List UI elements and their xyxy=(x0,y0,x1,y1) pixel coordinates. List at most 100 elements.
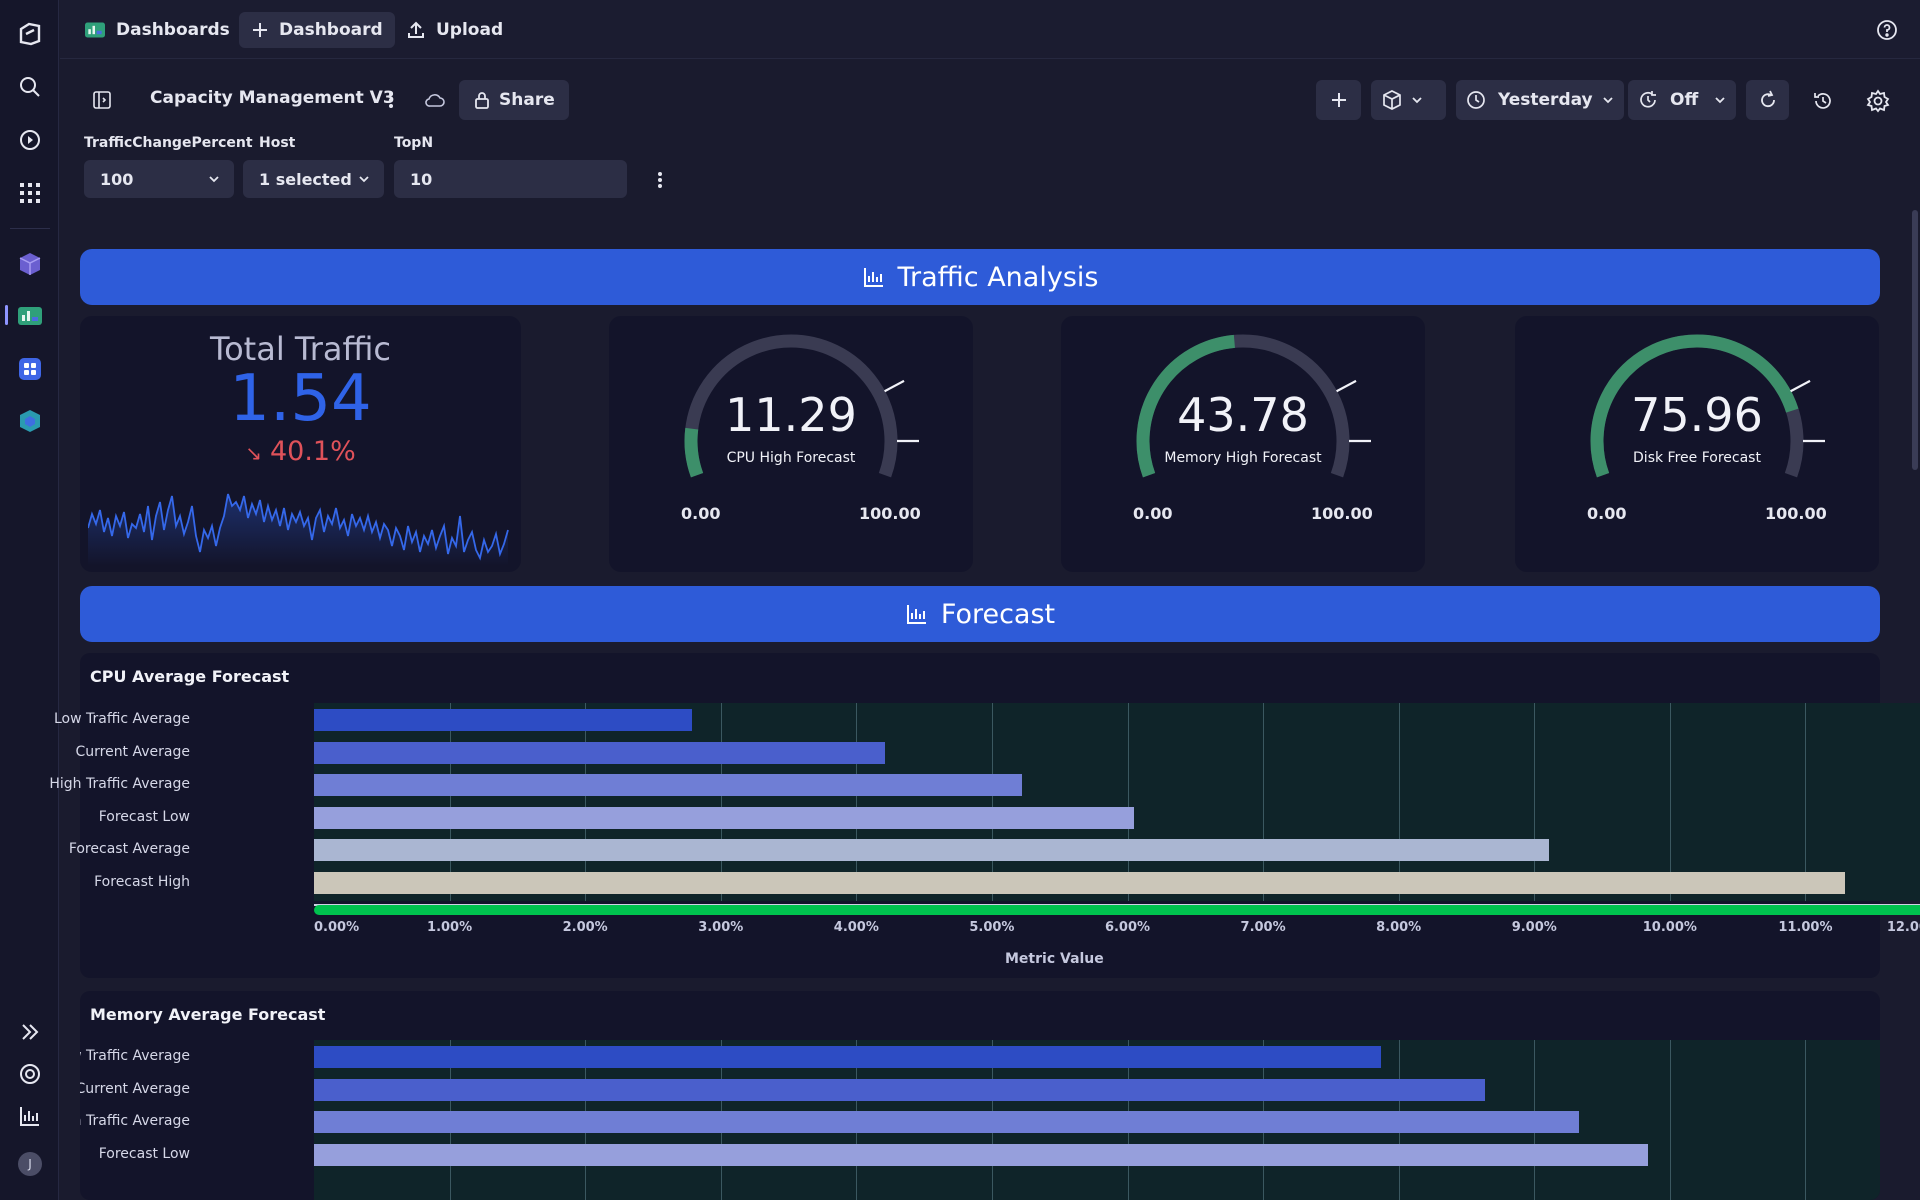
add-tile-button[interactable] xyxy=(1316,80,1361,120)
chevron-down-icon xyxy=(209,176,219,183)
gauge-value: 75.96 xyxy=(1631,388,1763,442)
x-tick-label: 9.00% xyxy=(1511,920,1557,935)
traffic-change-select[interactable]: 100 xyxy=(84,160,234,198)
chevron-down-icon xyxy=(1412,97,1422,104)
x-tick-label: 10.00% xyxy=(1642,920,1697,935)
new-dashboard-button[interactable]: Dashboard xyxy=(239,12,395,48)
chart-bar[interactable] xyxy=(314,1046,1381,1068)
history-icon[interactable] xyxy=(1812,90,1834,116)
gauge-arc xyxy=(1590,334,1825,478)
x-tick-label: 6.00% xyxy=(1104,920,1151,935)
x-tick-label: 11.00% xyxy=(1778,920,1833,935)
upload-icon xyxy=(408,21,424,38)
filters-more-icon[interactable] xyxy=(655,170,665,194)
chart-bar[interactable] xyxy=(314,709,693,731)
dashboards-button[interactable]: Dashboards xyxy=(72,12,242,48)
page-scrollbar[interactable] xyxy=(1912,210,1918,470)
gauge-label: CPU High Forecast xyxy=(726,450,856,466)
sidebar-toggle-icon[interactable] xyxy=(92,90,112,114)
chart-bar[interactable] xyxy=(314,774,1022,796)
chart-icon[interactable] xyxy=(14,1100,46,1132)
chart-title: CPU Average Forecast xyxy=(90,667,290,686)
gauge-max: 100.00 xyxy=(859,504,921,523)
total-traffic-tile: Total Traffic 1.54 ↘ 40.1% xyxy=(80,316,521,572)
plus-icon xyxy=(1331,93,1346,107)
kpi-value: 1.54 xyxy=(229,362,372,436)
chart-bar[interactable] xyxy=(314,871,1845,894)
gauge-value: 11.29 xyxy=(725,388,857,442)
host-select[interactable]: 1 selected xyxy=(243,160,384,198)
gauge-max: 100.00 xyxy=(1765,504,1827,523)
forecast-title: Forecast xyxy=(940,598,1056,630)
active-indicator xyxy=(5,305,8,325)
chart-plot-area xyxy=(314,1040,1880,1200)
chart-title: Memory Average Forecast xyxy=(90,1005,326,1024)
chart-bar[interactable] xyxy=(314,806,1135,829)
user-avatar-icon[interactable]: J xyxy=(14,1148,46,1180)
auto-refresh-selector[interactable]: Off xyxy=(1628,80,1736,120)
host-value: 1 selected xyxy=(259,169,352,189)
notebooks-app-icon[interactable] xyxy=(14,353,46,385)
chart-bar[interactable] xyxy=(314,839,1550,861)
dashboard-title[interactable]: Capacity Management V3 xyxy=(150,88,395,108)
refresh-icon xyxy=(1760,90,1775,108)
gauge-label: Memory High Forecast xyxy=(1164,450,1322,466)
help-ring-icon[interactable] xyxy=(14,1058,46,1090)
cube-app-icon[interactable] xyxy=(14,248,46,280)
cube-icon xyxy=(1383,90,1401,110)
kpi-change: ↘ 40.1% xyxy=(80,436,521,467)
y-tick-label: Forecast Low xyxy=(98,1145,190,1162)
more-options-icon[interactable] xyxy=(386,90,396,114)
y-tick-label: Current Average xyxy=(75,743,190,760)
apps-grid-icon[interactable] xyxy=(14,177,46,209)
kpi-change-value: 40.1% xyxy=(269,436,356,467)
grid-line xyxy=(1805,1040,1807,1200)
topn-input[interactable]: 10 xyxy=(394,160,627,198)
dashboards-label: Dashboards xyxy=(116,20,230,40)
traffic-change-label: TrafficChangePercent xyxy=(84,135,253,151)
left-rail: J xyxy=(0,0,59,1200)
chart-bar[interactable] xyxy=(314,1143,1649,1166)
x-tick-label: 3.00% xyxy=(698,920,744,935)
search-icon[interactable] xyxy=(14,71,46,103)
lock-icon xyxy=(475,92,489,109)
help-icon[interactable] xyxy=(1876,19,1898,45)
x-tick-label: 12.00% xyxy=(1886,920,1920,935)
expand-icon[interactable] xyxy=(14,1016,46,1048)
gauge-min: 0.00 xyxy=(1133,504,1173,523)
hub-app-icon[interactable] xyxy=(14,405,46,437)
cpu-average-forecast-panel: CPU Average Forecast Metric Value Low Tr… xyxy=(49,653,1920,978)
grid-line xyxy=(1669,1040,1671,1200)
traffic-change-value: 100 xyxy=(100,169,134,189)
chart-bar[interactable] xyxy=(314,741,885,764)
dashboards-app-icon[interactable] xyxy=(14,300,46,332)
timeframe-selector[interactable]: Yesterday xyxy=(1456,80,1624,120)
range-slider[interactable] xyxy=(314,905,1920,915)
segment-button[interactable] xyxy=(1371,80,1446,120)
cpu-high-forecast-gauge: 11.29 CPU High Forecast 0.00 100.00 xyxy=(609,316,973,572)
x-tick-label: 0.00% xyxy=(314,920,360,935)
x-tick-label: 8.00% xyxy=(1376,920,1422,935)
y-tick-label: High Traffic Average xyxy=(49,776,190,792)
y-tick-label: Low Traffic Average xyxy=(53,711,190,727)
x-tick-label: 7.00% xyxy=(1240,920,1286,935)
chart-bar[interactable] xyxy=(314,1111,1580,1133)
dynatrace-logo-icon[interactable] xyxy=(14,18,46,50)
y-tick-label: High Traffic Average xyxy=(80,1113,190,1129)
gauge-min: 0.00 xyxy=(681,504,721,523)
chart-icon xyxy=(906,605,926,624)
settings-gear-icon[interactable] xyxy=(1866,89,1890,117)
memory-high-forecast-gauge: 43.78 Memory High Forecast 0.00 100.00 xyxy=(1061,316,1425,572)
share-button[interactable]: Share xyxy=(459,80,569,120)
dashboards-app-icon xyxy=(85,22,105,38)
refresh-button[interactable] xyxy=(1746,80,1789,120)
topn-label: TopN xyxy=(394,135,434,151)
dashboard-label: Dashboard xyxy=(279,20,383,40)
chart-bar[interactable] xyxy=(314,1078,1486,1101)
gauge-arc xyxy=(684,334,919,478)
upload-button[interactable]: Upload xyxy=(394,12,515,48)
y-tick-label: Low Traffic Average xyxy=(80,1048,190,1064)
launcher-icon[interactable] xyxy=(14,124,46,156)
plus-icon xyxy=(253,23,267,37)
topn-value: 10 xyxy=(410,169,433,189)
